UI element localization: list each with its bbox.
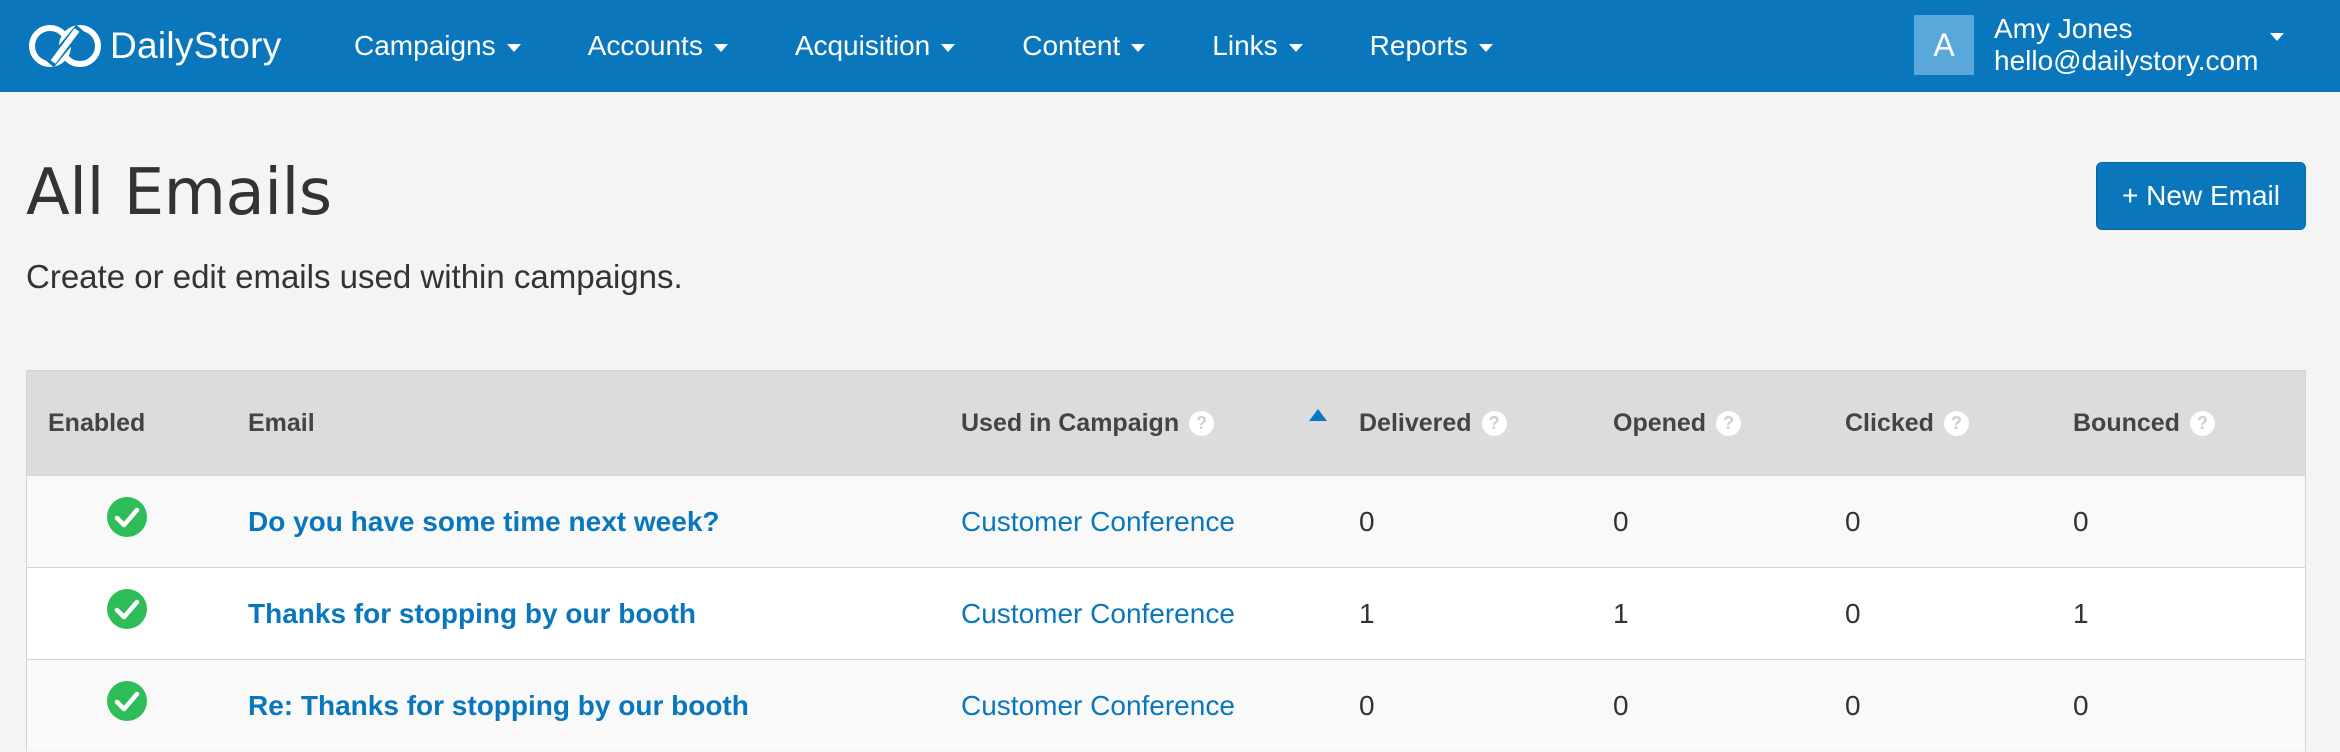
user-info: Amy Jones hello@dailystory.com (1994, 13, 2258, 77)
check-circle-icon[interactable] (106, 496, 148, 538)
chevron-down-icon (2270, 33, 2284, 41)
page-subtitle: Create or edit emails used within campai… (26, 258, 683, 295)
check-circle-icon[interactable] (106, 680, 148, 722)
clicked-count: 0 (1845, 598, 1861, 629)
delivered-count: 0 (1359, 690, 1375, 721)
table-header: Enabled Email Used in Campaign? Delivere… (27, 371, 2305, 475)
delivered-count: 1 (1359, 598, 1375, 629)
campaign-link[interactable]: Customer Conference (961, 506, 1235, 538)
nav-links[interactable]: Links (1212, 30, 1303, 62)
bounced-count: 1 (2073, 598, 2089, 629)
question-circle-icon[interactable]: ? (1481, 410, 1507, 436)
nav-accounts[interactable]: Accounts (588, 30, 728, 62)
column-label: Delivered (1359, 408, 1472, 437)
user-email: hello@dailystory.com (1994, 45, 2259, 76)
column-label: Enabled (48, 408, 146, 437)
clicked-count: 0 (1845, 506, 1861, 537)
chevron-down-icon (506, 43, 521, 52)
column-header-delivered[interactable]: Delivered? (1359, 371, 1507, 475)
sort-ascending-icon[interactable] (1309, 409, 1327, 421)
chevron-down-icon (713, 43, 728, 52)
nav-acquisition[interactable]: Acquisition (794, 30, 956, 62)
opened-count: 0 (1613, 506, 1629, 537)
user-menu[interactable]: A Amy Jones hello@dailystory.com (1914, 12, 2334, 78)
nav-label: Acquisition (794, 30, 931, 61)
column-label: Opened (1613, 408, 1707, 437)
question-circle-icon[interactable]: ? (1189, 410, 1215, 436)
emails-table: Enabled Email Used in Campaign? Delivere… (26, 370, 2306, 751)
chevron-down-icon (1131, 43, 1146, 52)
email-name-link[interactable]: Do you have some time next week? (248, 506, 720, 538)
main-nav: Campaigns Accounts Acquisition Content L… (354, 0, 1560, 92)
column-header-clicked[interactable]: Clicked? (1845, 371, 1969, 475)
avatar: A (1914, 15, 1974, 75)
nav-label: Accounts (587, 30, 703, 61)
infinity-logo-icon (29, 24, 101, 68)
question-circle-icon[interactable]: ? (1943, 410, 1969, 436)
nav-label: Links (1212, 30, 1278, 61)
table-row: Re: Thanks for stopping by our booth Cus… (27, 659, 2305, 751)
column-label: Used in Campaign (961, 408, 1180, 437)
clicked-count: 0 (1845, 690, 1861, 721)
delivered-count: 0 (1359, 506, 1375, 537)
brand-logo[interactable]: DailyStory (26, 18, 282, 74)
bounced-count: 0 (2073, 506, 2089, 537)
opened-count: 1 (1613, 598, 1629, 629)
nav-label: Campaigns (354, 30, 496, 61)
table-row: Do you have some time next week? Custome… (27, 475, 2305, 567)
table-row: Thanks for stopping by our booth Custome… (27, 567, 2305, 659)
page-title: All Emails (26, 156, 332, 230)
nav-label: Content (1022, 30, 1121, 61)
chevron-down-icon (1478, 43, 1493, 52)
nav-reports[interactable]: Reports (1370, 30, 1493, 62)
user-name: Amy Jones (1994, 13, 2133, 44)
question-circle-icon[interactable]: ? (2189, 410, 2215, 436)
brand-name: DailyStory (110, 25, 282, 66)
column-header-email[interactable]: Email (248, 371, 315, 475)
column-label: Bounced (2073, 408, 2180, 437)
column-header-bounced[interactable]: Bounced? (2073, 371, 2215, 475)
opened-count: 0 (1613, 690, 1629, 721)
nav-content[interactable]: Content (1022, 30, 1146, 62)
check-circle-icon[interactable] (106, 588, 148, 630)
top-navbar: DailyStory Campaigns Accounts Acquisitio… (0, 0, 2340, 92)
email-name-link[interactable]: Thanks for stopping by our booth (248, 598, 696, 630)
campaign-link[interactable]: Customer Conference (961, 598, 1235, 630)
new-email-button[interactable]: + New Email (2096, 162, 2306, 230)
chevron-down-icon (1288, 43, 1303, 52)
column-header-enabled[interactable]: Enabled (48, 371, 145, 475)
column-header-campaign[interactable]: Used in Campaign? (961, 371, 1215, 475)
nav-label: Reports (1369, 30, 1468, 61)
question-circle-icon[interactable]: ? (1716, 410, 1742, 436)
bounced-count: 0 (2073, 690, 2089, 721)
column-label: Clicked (1845, 408, 1934, 437)
campaign-link[interactable]: Customer Conference (961, 690, 1235, 722)
email-name-link[interactable]: Re: Thanks for stopping by our booth (248, 690, 749, 722)
nav-campaigns[interactable]: Campaigns (354, 30, 521, 62)
column-label: Email (248, 408, 315, 437)
chevron-down-icon (941, 43, 956, 52)
column-header-opened[interactable]: Opened? (1613, 371, 1742, 475)
